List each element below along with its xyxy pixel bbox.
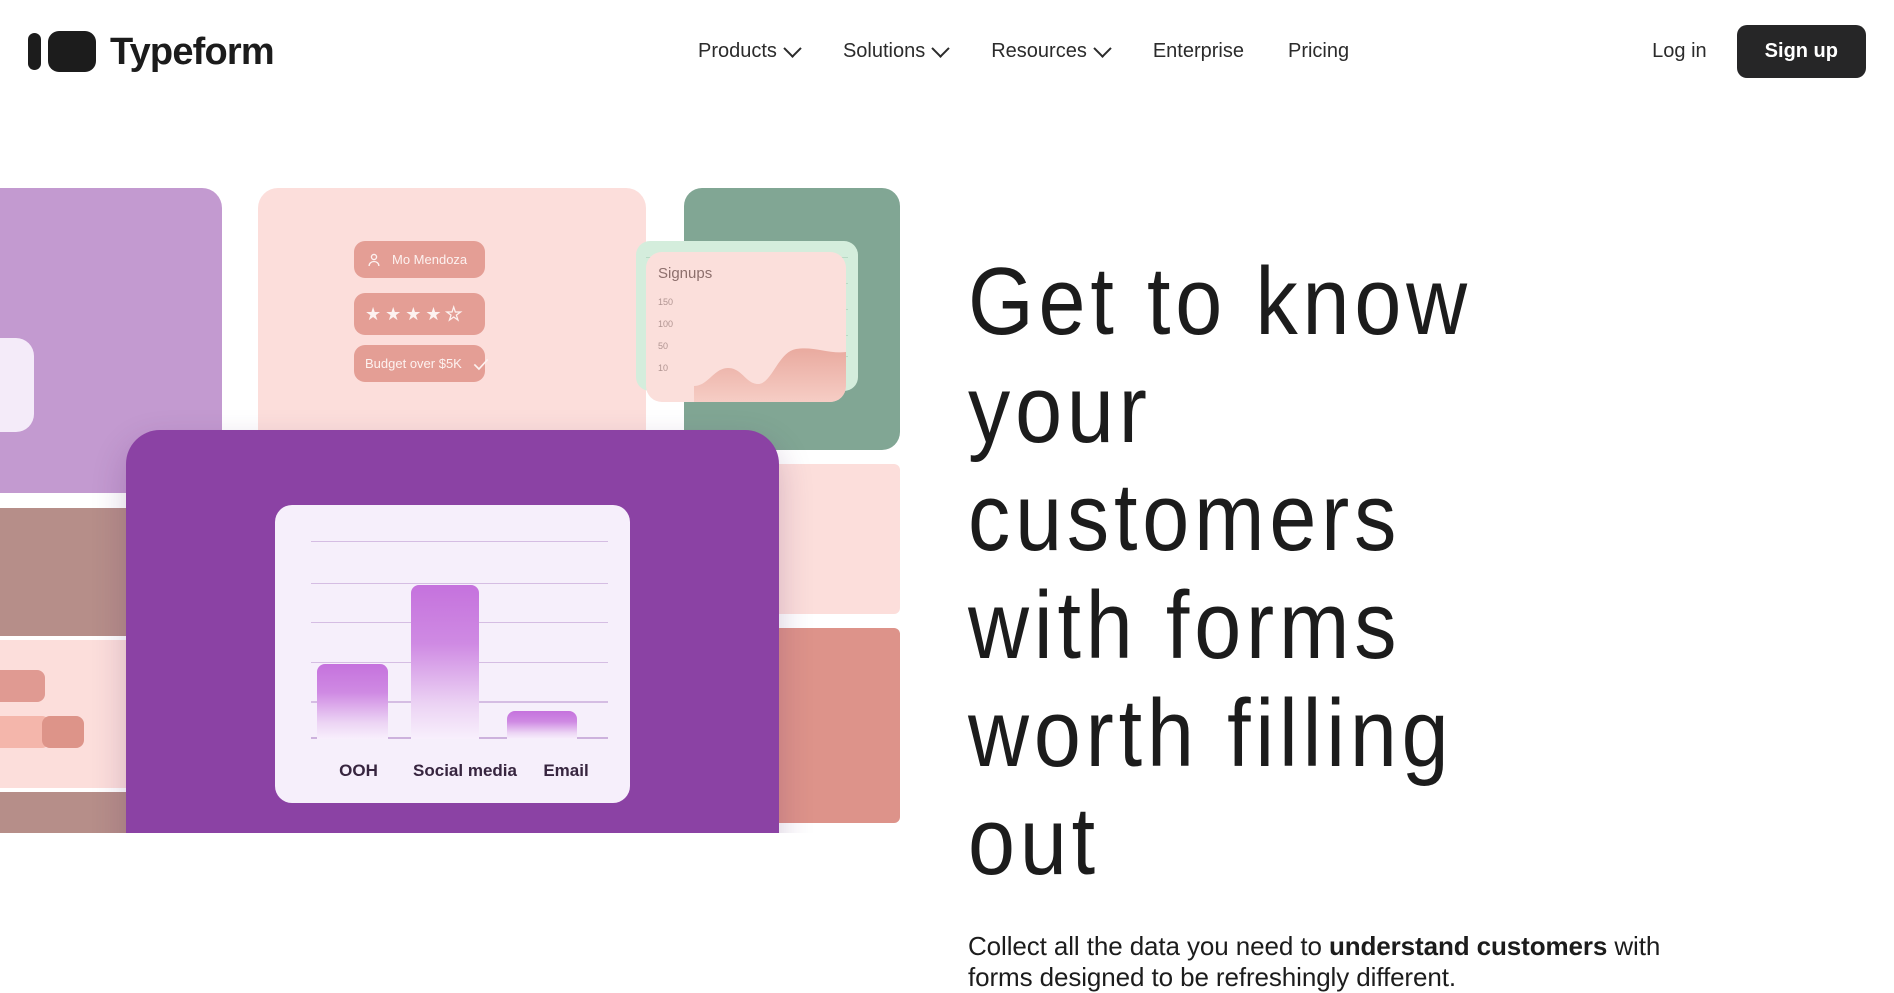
nav-label-pricing: Pricing	[1287, 40, 1350, 62]
nav-label-products: Products	[698, 40, 777, 62]
page-title: Get to know your customers with forms wo…	[968, 248, 1473, 895]
hero-section: erage rating ★ ★ ★ ★ Mo Mendoza	[0, 103, 1894, 992]
gridline	[311, 541, 608, 543]
chevron-down-icon	[1093, 39, 1112, 58]
bar-segment	[0, 670, 45, 702]
form-pill-rating: ★ ★ ★ ★ ★	[354, 293, 485, 335]
channel-chart-labels: OOH Social media Email	[311, 761, 608, 781]
channel-chart-plot	[311, 541, 608, 739]
label-ooh: OOH	[339, 761, 378, 780]
subcopy-part-1: Collect all the data you need to	[968, 931, 1329, 961]
average-rating-widget: erage rating ★ ★ ★ ★	[0, 338, 34, 432]
brand-name: Typeform	[110, 30, 275, 73]
rating-label: erage rating	[0, 352, 18, 369]
nav-item-products[interactable]: Products	[676, 0, 821, 103]
chevron-down-icon	[783, 39, 802, 58]
label-email: Email	[543, 761, 589, 780]
brand-logo[interactable]: Typeform	[28, 30, 275, 73]
bar-social-media	[411, 584, 479, 739]
auth-actions: Log in Sign up	[1640, 0, 1866, 103]
star-filled-icon: ★	[385, 304, 402, 324]
login-link[interactable]: Log in	[1640, 32, 1719, 71]
nav-item-solutions[interactable]: Solutions	[821, 0, 969, 103]
label-social-media: Social media	[413, 761, 517, 780]
star-filled-icon: ★	[405, 304, 422, 324]
nav-item-pricing[interactable]: Pricing	[1266, 0, 1371, 103]
form-pill-name: Mo Mendoza	[354, 241, 485, 278]
nav-item-enterprise[interactable]: Enterprise	[1131, 0, 1266, 103]
chevron-down-icon	[931, 39, 950, 58]
nav-label-solutions: Solutions	[842, 40, 926, 62]
nav-item-resources[interactable]: Resources	[969, 0, 1131, 103]
form-pill-budget: Budget over $5K	[354, 345, 489, 382]
star-rating-icon: ★ ★ ★ ★ ★	[365, 304, 462, 324]
nav-label-enterprise: Enterprise	[1152, 40, 1244, 62]
hero-artwork: erage rating ★ ★ ★ ★ Mo Mendoza	[0, 188, 900, 833]
typeform-logo-icon	[28, 31, 96, 72]
hero-subcopy: Collect all the data you need to underst…	[968, 931, 1668, 993]
logo-square-shape	[48, 31, 96, 72]
signups-title: Signups	[658, 265, 713, 282]
hero-copy: Get to know your customers with forms wo…	[968, 248, 1668, 993]
site-header: Typeform Products Solutions Resources En…	[0, 0, 1894, 103]
main-navigation: Products Solutions Resources Enterprise …	[676, 0, 1371, 103]
star-filled-icon: ★	[425, 304, 442, 324]
signup-button[interactable]: Sign up	[1736, 25, 1866, 78]
signups-tick-150: 150	[658, 297, 674, 307]
signups-chart-card: Signups 150 100 50 10	[646, 252, 846, 402]
person-icon	[368, 253, 380, 266]
bar-segment	[42, 716, 84, 748]
nav-label-resources: Resources	[991, 40, 1087, 62]
channel-bar-chart-panel: OOH Social media Email	[275, 505, 630, 803]
check-icon	[473, 358, 489, 370]
star-empty-icon: ★	[445, 304, 462, 324]
bar-email	[507, 711, 577, 739]
gridline	[311, 582, 608, 584]
form-pill-name-text: Mo Mendoza	[392, 252, 468, 267]
star-filled-icon: ★	[365, 304, 382, 324]
bar-ooh	[317, 663, 388, 739]
logo-bar-shape	[28, 33, 41, 70]
rating-stars: ★ ★ ★ ★	[0, 377, 18, 407]
form-pill-budget-text: Budget over $5K	[365, 356, 462, 371]
featured-purple-card: OOH Social media Email	[126, 430, 779, 833]
signups-area-path	[694, 348, 846, 402]
subcopy-bold: understand customers	[1328, 931, 1608, 961]
